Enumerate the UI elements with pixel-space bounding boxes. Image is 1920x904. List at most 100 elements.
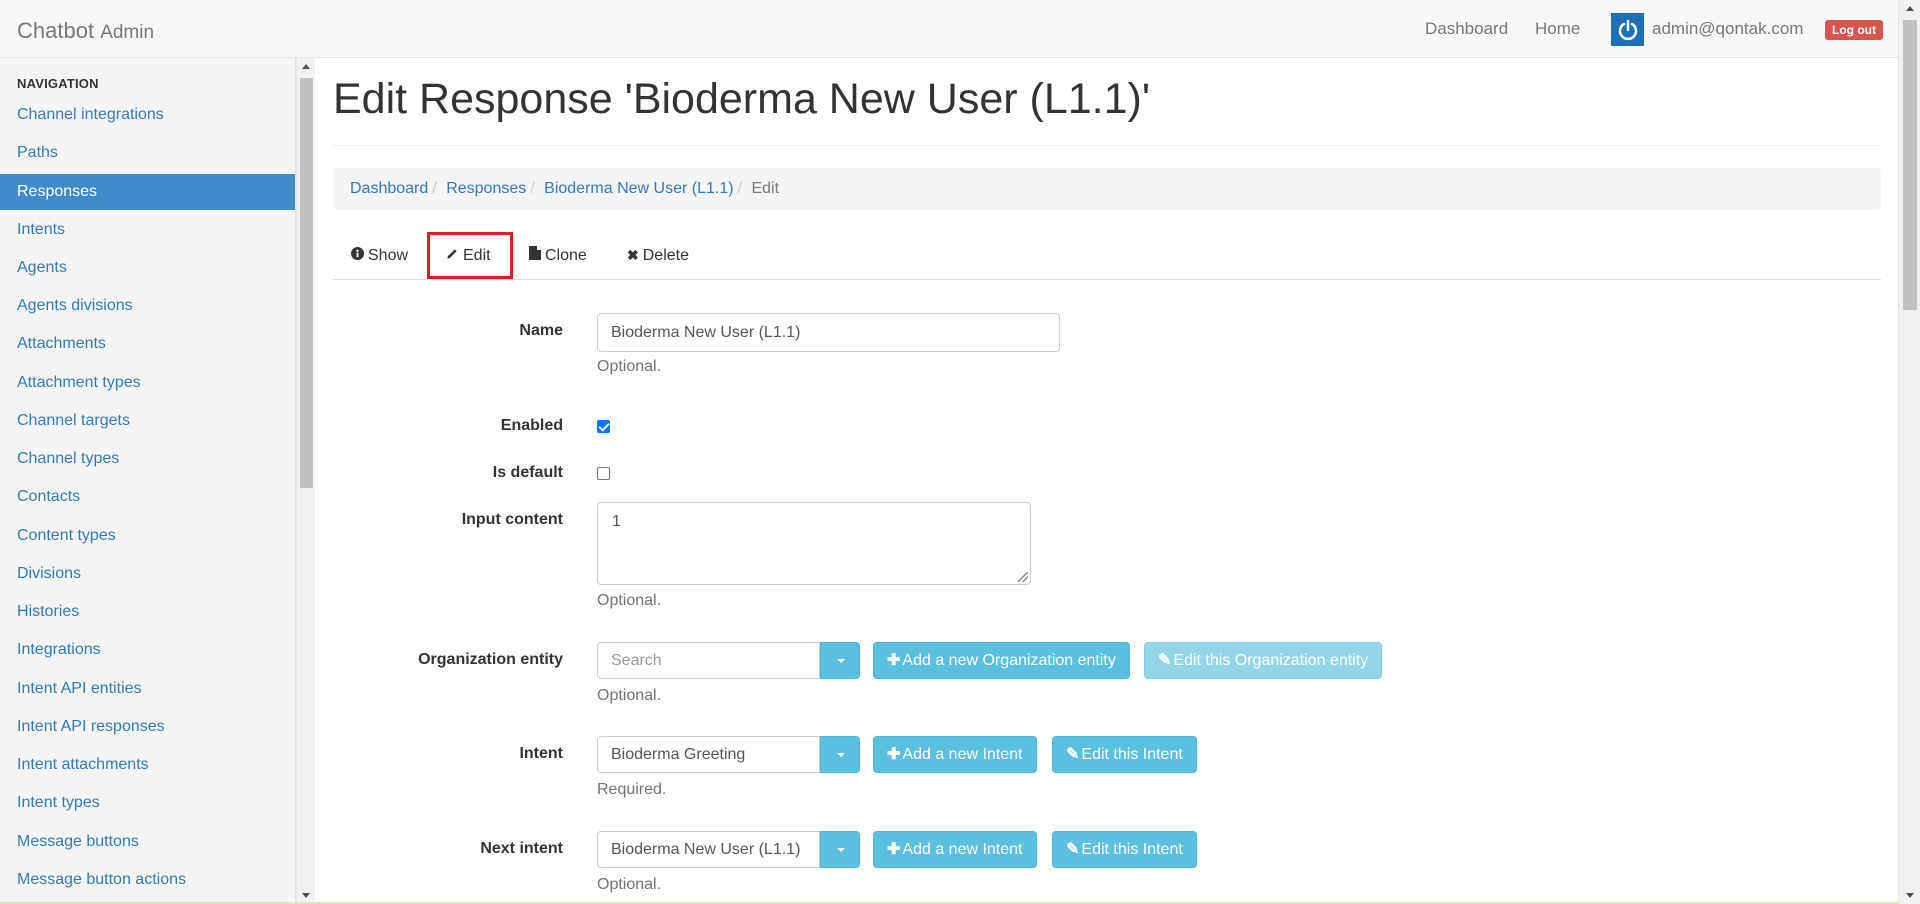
name-label: Name	[519, 322, 563, 339]
input-content-value: 1	[612, 513, 621, 530]
file-icon	[529, 232, 541, 279]
add-intent-button[interactable]: ✚ Add a new Intent	[873, 736, 1037, 773]
add-next-intent-label: Add a new Intent	[902, 841, 1023, 858]
sidebar-item-integrations[interactable]: Integrations	[0, 632, 295, 668]
add-intent-label: Add a new Intent	[902, 746, 1023, 763]
sidebar-header: NAVIGATION	[17, 76, 99, 91]
edit-next-intent-button[interactable]: ✎ Edit this Intent	[1052, 831, 1197, 868]
top-navbar: Chatbot Admin Dashboard Home admin@qonta…	[0, 0, 1898, 58]
resize-handle-icon[interactable]	[1018, 572, 1028, 582]
edit-intent-label: Edit this Intent	[1081, 746, 1183, 763]
tab-delete-label: Delete	[642, 247, 689, 264]
sidebar-item-paths[interactable]: Paths	[0, 135, 295, 171]
is-default-checkbox[interactable]	[597, 467, 610, 480]
power-icon	[1611, 13, 1644, 46]
scroll-up-arrow-icon[interactable]	[1906, 6, 1914, 11]
edit-intent-button[interactable]: ✎ Edit this Intent	[1052, 736, 1197, 773]
plus-icon: ✚	[887, 841, 901, 858]
user-email-link[interactable]: admin@qontak.com	[1652, 19, 1803, 39]
page-scrollbar-thumb[interactable]	[1903, 20, 1917, 310]
organization-entity-search-input[interactable]: Search	[597, 642, 820, 679]
enabled-label: Enabled	[500, 417, 563, 434]
brand-logo[interactable]: Chatbot Admin	[17, 18, 154, 44]
add-next-intent-button[interactable]: ✚ Add a new Intent	[873, 831, 1037, 868]
breadcrumb-current: Edit	[751, 180, 780, 197]
sidebar-item-intent-types[interactable]: Intent types	[0, 785, 295, 821]
next-intent-select[interactable]: Bioderma New User (L1.1)	[597, 831, 820, 868]
tab-clone-label: Clone	[545, 247, 587, 264]
brand-sub: Admin	[100, 22, 155, 43]
sidebar-scrollbar-thumb[interactable]	[300, 78, 313, 488]
sidebar-item-divisions[interactable]: Divisions	[0, 556, 295, 592]
nav-home-link[interactable]: Home	[1535, 19, 1580, 39]
next-intent-label: Next intent	[480, 840, 563, 857]
tab-show[interactable]: Show	[351, 232, 408, 279]
sidebar-item-channel-targets[interactable]: Channel targets	[0, 403, 295, 439]
brand-name: Chatbot	[17, 18, 95, 43]
sidebar-item-intents[interactable]: Intents	[0, 212, 295, 248]
name-help: Optional.	[597, 358, 662, 375]
edit-organization-entity-button[interactable]: ✎ Edit this Organization entity	[1144, 642, 1383, 679]
sidebar-item-intent-api-entities[interactable]: Intent API entities	[0, 671, 295, 707]
tab-clone[interactable]: Clone	[529, 232, 587, 279]
sidebar-item-responses[interactable]: Responses	[0, 174, 295, 210]
is-default-label: Is default	[492, 464, 563, 481]
next-intent-dropdown-button[interactable]	[820, 831, 860, 868]
edit-tab-highlight	[427, 232, 513, 279]
scroll-up-arrow-icon[interactable]	[302, 64, 310, 69]
pencil-icon: ✎	[1158, 652, 1172, 669]
breadcrumb-dashboard[interactable]: Dashboard	[350, 180, 428, 197]
breadcrumb: Dashboard / Responses / Bioderma New User …	[333, 168, 1881, 210]
page-scrollbar[interactable]	[1898, 0, 1920, 904]
input-content-help: Optional.	[597, 592, 662, 609]
pencil-icon: ✎	[1066, 841, 1080, 858]
sidebar-item-channel-types[interactable]: Channel types	[0, 441, 295, 477]
input-content-label: Input content	[461, 511, 563, 528]
sidebar-item-agents[interactable]: Agents	[0, 250, 295, 286]
title-divider	[333, 145, 1881, 146]
tab-delete[interactable]: ✖ Delete	[627, 232, 689, 279]
logout-button[interactable]: Log out	[1825, 20, 1883, 40]
sidebar: NAVIGATION Channel integrations Paths Re…	[0, 58, 296, 904]
sidebar-item-channel-integrations[interactable]: Channel integrations	[0, 97, 295, 133]
page-title: Edit Response 'Bioderma New User (L1.1)'	[333, 75, 1151, 123]
plus-icon: ✚	[887, 746, 901, 763]
breadcrumb-response-item[interactable]: Bioderma New User (L1.1)	[544, 180, 733, 197]
pencil-icon: ✎	[1066, 746, 1080, 763]
sidebar-nav-list: NAVIGATION Channel integrations Paths Re…	[0, 58, 295, 904]
edit-next-intent-label: Edit this Intent	[1081, 841, 1183, 858]
sidebar-item-intent-attachments[interactable]: Intent attachments	[0, 747, 295, 783]
intent-label: Intent	[519, 745, 563, 762]
name-field[interactable]: Bioderma New User (L1.1)	[597, 313, 1060, 352]
tab-show-label: Show	[368, 247, 409, 264]
input-content-textarea[interactable]: 1	[597, 502, 1031, 585]
scroll-down-arrow-icon[interactable]	[302, 893, 310, 898]
edit-organization-entity-label: Edit this Organization entity	[1173, 652, 1369, 669]
sidebar-scrollbar[interactable]	[296, 58, 315, 904]
sidebar-item-attachments[interactable]: Attachments	[0, 326, 295, 362]
add-organization-entity-button[interactable]: ✚ Add a new Organization entity	[873, 642, 1130, 679]
next-intent-help: Optional.	[597, 876, 662, 893]
sidebar-item-histories[interactable]: Histories	[0, 594, 295, 630]
sidebar-item-content-types[interactable]: Content types	[0, 518, 295, 554]
sidebar-item-intent-api-responses[interactable]: Intent API responses	[0, 709, 295, 745]
nav-dashboard-link[interactable]: Dashboard	[1425, 19, 1508, 39]
organization-entity-label: Organization entity	[418, 651, 563, 668]
intent-dropdown-button[interactable]	[820, 736, 860, 773]
enabled-checkbox[interactable]	[597, 420, 610, 433]
close-icon: ✖	[627, 247, 639, 263]
sidebar-item-message-button-actions[interactable]: Message button actions	[0, 862, 295, 898]
action-tabs: Show Edit Clone ✖ Delete	[333, 232, 1881, 280]
sidebar-item-message-buttons[interactable]: Message buttons	[0, 824, 295, 860]
sidebar-item-attachment-types[interactable]: Attachment types	[0, 365, 295, 401]
intent-select[interactable]: Bioderma Greeting	[597, 736, 820, 773]
breadcrumb-responses[interactable]: Responses	[446, 180, 526, 197]
sidebar-item-contacts[interactable]: Contacts	[0, 479, 295, 515]
info-circle-icon	[351, 232, 364, 279]
plus-icon: ✚	[887, 652, 901, 669]
sidebar-item-agents-divisions[interactable]: Agents divisions	[0, 288, 295, 324]
scroll-down-arrow-icon[interactable]	[1906, 893, 1914, 898]
organization-entity-dropdown-button[interactable]	[820, 642, 860, 679]
organization-entity-help: Optional.	[597, 687, 662, 704]
intent-help: Required.	[597, 781, 667, 798]
